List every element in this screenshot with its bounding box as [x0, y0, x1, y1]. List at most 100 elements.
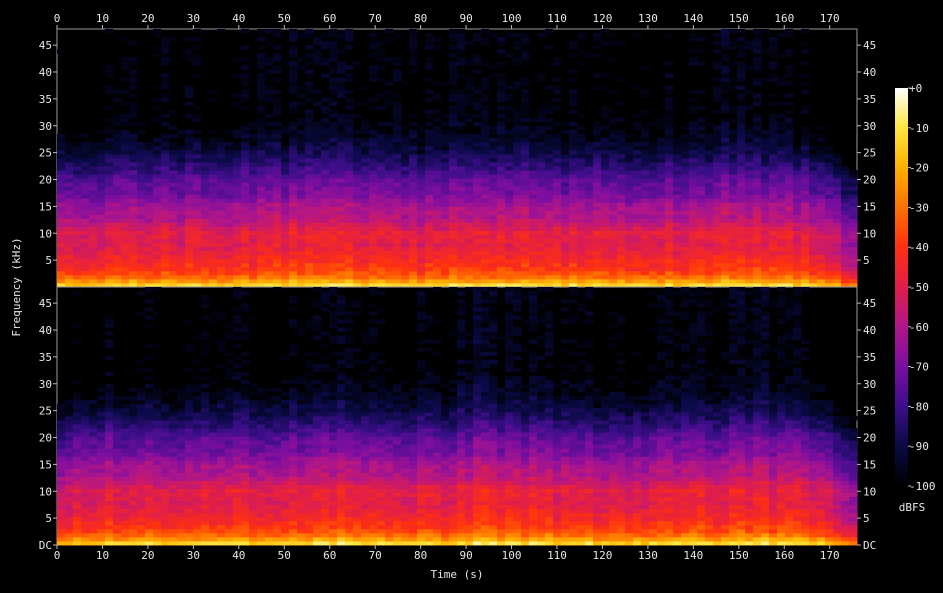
spectrogram-cell: [81, 440, 90, 445]
spectrogram-cell: [809, 178, 818, 183]
spectrogram-cell: [121, 440, 130, 445]
spectrogram-cell: [81, 149, 90, 155]
spectrogram-cell: [65, 206, 74, 211]
spectrogram-cell: [617, 153, 626, 159]
spectrogram-cell: [377, 162, 386, 167]
spectrogram-cell: [697, 266, 706, 272]
spectrogram-cell: [713, 266, 722, 272]
spectrogram-cell: [337, 85, 346, 90]
spectrogram-cell: [665, 226, 674, 231]
spectrogram-cell: [801, 49, 810, 54]
spectrogram-cell: [721, 266, 730, 272]
spectrogram-cell: [777, 158, 786, 163]
spectrogram-cell: [185, 145, 194, 151]
spectrogram-cell: [705, 230, 714, 235]
spectrogram-cell: [545, 101, 554, 106]
spectrogram-cell: [425, 37, 434, 42]
spectrogram-cell: [753, 49, 762, 54]
spectrogram-cell: [729, 77, 738, 82]
spectrogram-cell: [217, 242, 226, 248]
spectrogram-cell: [569, 145, 578, 151]
spectrogram-cell: [73, 399, 82, 405]
spectrogram-cell: [609, 174, 618, 179]
spectrogram-cell: [705, 182, 714, 187]
spectrogram-cell: [489, 166, 498, 171]
spectrogram-cell: [145, 468, 154, 473]
spectrogram-cell: [649, 242, 658, 248]
spectrogram-cell: [241, 77, 250, 82]
spectrogram-cell: [57, 178, 66, 183]
spectrogram-cell: [217, 166, 226, 171]
spectrogram-cell: [785, 129, 794, 135]
spectrogram-cell: [577, 234, 586, 240]
spectrogram-cell: [425, 246, 434, 252]
spectrogram-cell: [297, 262, 306, 268]
spectrogram-cell: [329, 85, 338, 90]
spectrogram-cell: [121, 210, 130, 215]
spectrogram-cell: [201, 270, 210, 276]
spectrogram-cell: [129, 85, 138, 90]
spectrogram-cell: [257, 278, 266, 284]
spectrogram-cell: [513, 198, 522, 203]
spectrogram-cell: [201, 238, 210, 244]
spectrogram-cell: [281, 206, 290, 211]
spectrogram-cell: [449, 254, 458, 260]
spectrogram-cell: [625, 158, 634, 163]
spectrogram-cell: [417, 214, 426, 219]
spectrogram-cell: [601, 194, 610, 199]
spectrogram-cell: [81, 403, 90, 409]
spectrogram-cell: [113, 532, 122, 538]
spectrogram-cell: [297, 210, 306, 215]
spectrogram-cell: [65, 407, 74, 413]
spectrogram-cell: [393, 170, 402, 175]
spectrogram-cell: [833, 258, 842, 264]
spectrogram-cell: [329, 222, 338, 227]
spectrogram-cell: [457, 121, 466, 127]
spectrogram-cell: [265, 198, 274, 203]
spectrogram-cell: [217, 250, 226, 256]
spectrogram-cell: [361, 266, 370, 272]
spectrogram-cell: [721, 262, 730, 268]
spectrogram-cell: [609, 242, 618, 248]
spectrogram-cell: [489, 182, 498, 187]
spectrogram-cell: [809, 186, 818, 191]
spectrogram-cell: [793, 278, 802, 284]
spectrogram-cell: [281, 214, 290, 219]
spectrogram-cell: [337, 250, 346, 256]
spectrogram-cell: [417, 158, 426, 163]
spectrogram-cell: [353, 182, 362, 187]
spectrogram-cell: [729, 137, 738, 143]
spectrogram-cell: [73, 444, 82, 449]
spectrogram-cell: [425, 242, 434, 248]
spectrogram-cell: [705, 206, 714, 211]
spectrogram-cell: [345, 278, 354, 284]
spectrogram-cell: [737, 190, 746, 195]
spectrogram-cell: [161, 93, 170, 98]
spectrogram-cell: [673, 162, 682, 167]
spectrogram-cell: [313, 133, 322, 139]
spectrogram-cell: [345, 174, 354, 179]
spectrogram-cell: [89, 226, 98, 231]
spectrogram-cell: [249, 226, 258, 231]
spectrogram-cell: [89, 238, 98, 244]
spectrogram-cell: [769, 246, 778, 252]
spectrogram-cell: [73, 540, 82, 546]
spectrogram-cell: [505, 266, 514, 272]
spectrogram-cell: [329, 170, 338, 175]
spectrogram-cell: [457, 234, 466, 240]
spectrogram-cell: [513, 61, 522, 66]
spectrogram-cell: [81, 496, 90, 502]
spectrogram-cell: [369, 170, 378, 175]
spectrogram-cell: [609, 109, 618, 115]
spectrogram-cell: [81, 182, 90, 187]
spectrogram-cell: [393, 242, 402, 248]
spectrogram-cell: [321, 266, 330, 272]
spectrogram-cell: [793, 202, 802, 207]
spectrogram-cell: [81, 222, 90, 227]
spectrogram-cell: [665, 85, 674, 90]
spectrogram-cell: [129, 452, 138, 457]
spectrogram-cell: [625, 141, 634, 147]
spectrogram-cell: [121, 480, 130, 485]
spectrogram-cell: [577, 125, 586, 131]
spectrogram-cell: [377, 242, 386, 248]
